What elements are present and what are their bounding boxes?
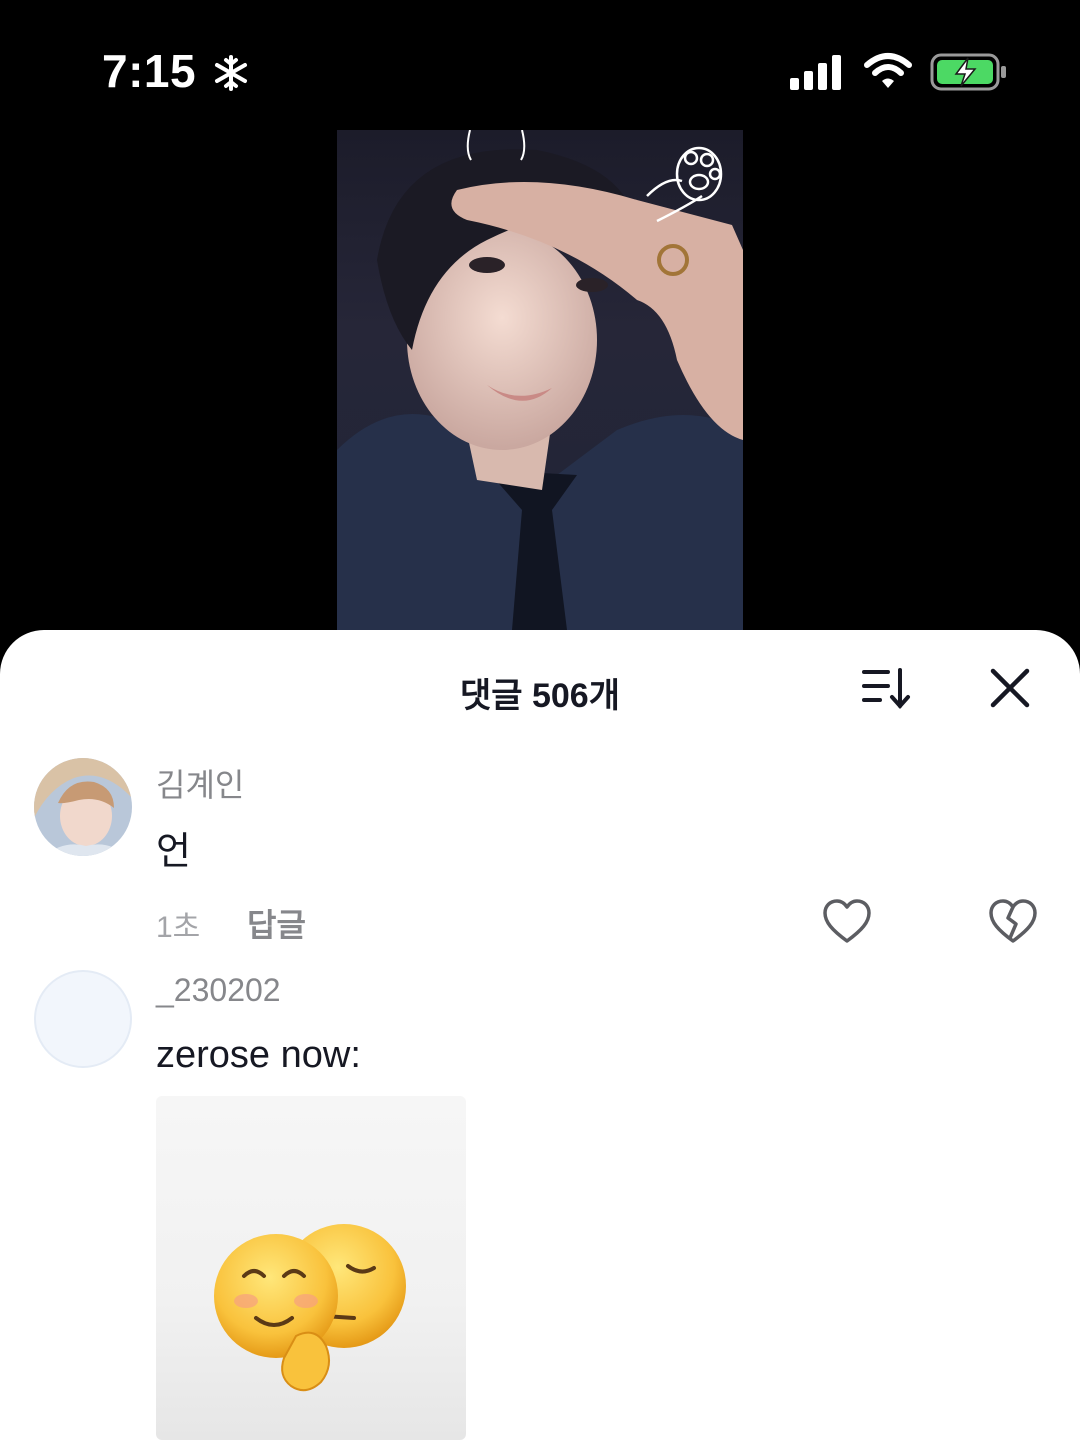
comments-title: 댓글 506개 [459,677,620,715]
close-button[interactable] [988,666,1032,710]
video-preview[interactable] [337,130,743,630]
app-screen: 7:15 댓글 506개 김계인 언 1초 답글 _230202 zerose … [0,0,1080,1440]
broken-heart-icon [989,899,1037,943]
status-bar: 7:15 [0,0,1080,130]
reply-button[interactable]: 답글 [247,900,306,946]
status-time: 7:15 [102,45,197,97]
avatar[interactable] [34,970,132,1068]
snowflake-icon [212,54,250,97]
close-icon [990,668,1030,708]
comment-text: 언 [156,831,191,873]
battery-charging-icon [930,52,1008,97]
cat-paw-icon [637,136,733,231]
avatar[interactable] [34,758,132,856]
comment-username[interactable]: _230202 [156,972,281,1009]
heart-icon [823,899,871,943]
comment-text: zerose now: [156,1034,361,1076]
wifi-icon [864,52,912,95]
emoji-illustration [214,1224,406,1392]
comment-timestamp: 1초 [156,911,201,944]
two-faced-emoji-sticker[interactable] [156,1096,466,1440]
sort-icon [862,668,910,710]
comments-sheet: 댓글 506개 김계인 언 1초 답글 _230202 zerose now: [0,630,1080,1440]
comment-username[interactable]: 김계인 [156,760,244,806]
dislike-button[interactable] [988,898,1038,946]
like-button[interactable] [822,898,872,946]
user-avatar-image [34,758,132,856]
sort-button[interactable] [860,666,914,710]
cellular-signal-icon [788,54,846,95]
